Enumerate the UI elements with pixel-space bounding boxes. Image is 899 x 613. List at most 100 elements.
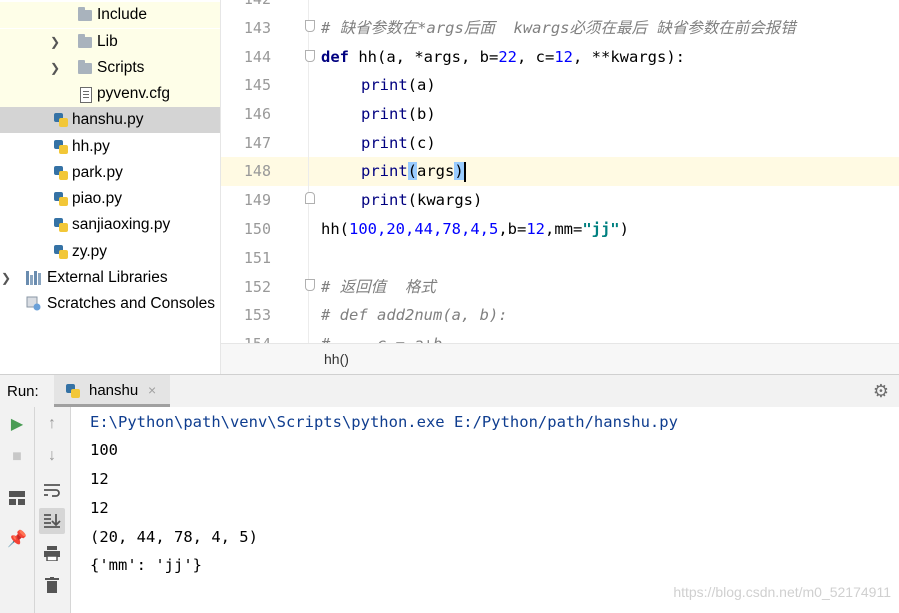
call-token: hh( [321, 220, 349, 238]
tree-item-park-py[interactable]: park.py [0, 160, 220, 186]
params-token: , **kwargs): [573, 48, 685, 66]
number-token: 12 [554, 48, 574, 66]
breadcrumb-item[interactable]: hh() [324, 351, 349, 367]
tree-item-scripts[interactable]: ❯ Scripts [0, 55, 220, 81]
tree-item-lib[interactable]: ❯ Lib [0, 29, 220, 55]
code-line-149[interactable]: print(kwargs) [361, 186, 482, 215]
builtin-token: print [361, 134, 408, 152]
keyword-token: def [321, 48, 349, 66]
python-file-icon [54, 113, 68, 127]
fold-marker-icon[interactable] [305, 20, 315, 32]
fold-marker-icon[interactable] [305, 50, 315, 62]
tree-item-label: Lib [97, 33, 118, 50]
tree-item-external-libraries[interactable]: ❯ External Libraries [0, 265, 220, 291]
pin-icon[interactable]: 📌 [4, 527, 30, 553]
console-output-line: 100 [90, 441, 118, 459]
code-line-150[interactable]: hh(100,20,44,78,4,5,b=12,mm="jj") [321, 215, 629, 244]
console-output[interactable] [71, 407, 899, 613]
line-number: 147 [243, 134, 271, 152]
code-line-143[interactable]: # 缺省参数在*args后面 kwargs必须在最后 缺省参数在前会报错 [321, 14, 796, 43]
chevron-right-icon[interactable]: ❯ [47, 35, 63, 49]
number-token: 12 [526, 220, 545, 238]
stop-icon[interactable]: ■ [4, 444, 30, 470]
scratches-icon [26, 296, 42, 311]
builtin-token: print [361, 162, 408, 180]
console-command-line[interactable]: E:\Python\path\venv\Scripts\python.exe E… [90, 408, 678, 437]
code-line-146[interactable]: print(b) [361, 100, 436, 129]
arg-token: (b) [407, 105, 436, 123]
tree-item-scratches[interactable]: Scratches and Consoles [0, 291, 220, 317]
config-file-icon [80, 87, 92, 103]
soft-wrap-icon[interactable] [39, 477, 65, 503]
paren-token: ( [407, 162, 418, 180]
fold-marker-icon[interactable] [305, 192, 315, 204]
kwarg-token: ,mm= [544, 220, 583, 238]
python-file-icon [54, 218, 68, 232]
fold-marker-icon[interactable] [305, 279, 315, 291]
line-number: 142 [221, 0, 271, 14]
tree-item-pyvenv-cfg[interactable]: pyvenv.cfg [0, 81, 220, 107]
trash-icon[interactable] [39, 572, 65, 598]
arg-token: args [417, 162, 455, 180]
breadcrumb[interactable]: hh() [221, 343, 899, 375]
tree-item-label: pyvenv.cfg [97, 85, 170, 102]
arrow-down-icon[interactable]: ↓ [39, 443, 65, 469]
chevron-right-icon[interactable]: ❯ [47, 61, 63, 75]
code-line-153[interactable]: # def add2num(a, b): [321, 301, 508, 330]
tree-item-label: Scratches and Consoles [47, 295, 216, 312]
tree-item-label: zy.py [72, 243, 108, 260]
rerun-icon[interactable]: ▶ [4, 412, 30, 438]
python-file-icon [54, 140, 68, 154]
run-toolbar: Run: hanshu × ⚙ [0, 374, 899, 408]
tree-item-include[interactable]: Include [0, 2, 220, 28]
tree-item-zy-py[interactable]: zy.py [0, 239, 220, 265]
tree-item-piao-py[interactable]: piao.py [0, 186, 220, 212]
function-name-token: hh [358, 48, 378, 66]
builtin-token: print [361, 105, 408, 123]
tree-item-label: Include [97, 6, 147, 23]
close-icon[interactable]: × [148, 382, 156, 398]
line-number: 143 [243, 19, 271, 37]
console-output-line: 12 [90, 499, 109, 517]
watermark: https://blog.csdn.net/m0_52174911 [673, 584, 891, 600]
number-token: 100,20,44,78,4,5 [349, 220, 499, 238]
python-file-icon [54, 192, 68, 206]
arg-token: (a) [407, 76, 436, 94]
tree-item-hanshu-py[interactable]: hanshu.py [0, 107, 220, 133]
number-token: 22 [498, 48, 518, 66]
code-line-144[interactable]: def hh(a, *args, b=22, c=12, **kwargs): [321, 43, 685, 72]
folder-icon [78, 60, 92, 74]
console-output-line: {'mm': 'jj'} [90, 556, 202, 574]
kwarg-token: ,b= [498, 220, 527, 238]
chevron-right-icon[interactable]: ❯ [0, 271, 14, 285]
tree-item-label: park.py [72, 164, 123, 181]
line-number: 153 [243, 306, 271, 324]
tree-item-label: Scripts [97, 59, 145, 76]
params-token: (a, *args, b= [377, 48, 499, 66]
code-line-147[interactable]: print(c) [361, 129, 436, 158]
tree-item-hh-py[interactable]: hh.py [0, 134, 220, 160]
tree-item-sanjiaoxing-py[interactable]: sanjiaoxing.py [0, 212, 220, 238]
arrow-up-icon[interactable]: ↑ [39, 411, 65, 437]
console-toolbar: ↑ ↓ [35, 407, 71, 613]
layout-icon[interactable] [4, 485, 30, 511]
line-number: 144 [243, 48, 271, 66]
code-line-148[interactable]: print(args) [361, 157, 466, 186]
line-number: 151 [243, 249, 271, 267]
print-icon[interactable] [39, 541, 65, 567]
gear-icon[interactable]: ⚙ [873, 381, 889, 402]
paren-token: ) [619, 220, 629, 238]
line-number: 149 [243, 191, 271, 209]
line-number: 146 [243, 105, 271, 123]
params-token: , c= [517, 48, 555, 66]
code-line-152[interactable]: # 返回值 格式 [321, 273, 436, 302]
scroll-to-end-icon[interactable] [39, 508, 65, 534]
folder-icon [78, 7, 92, 21]
console-output-line: (20, 44, 78, 4, 5) [90, 528, 258, 546]
run-tab-hanshu[interactable]: hanshu × [54, 375, 170, 407]
line-number: 152 [243, 278, 271, 296]
arg-token: (kwargs) [407, 191, 483, 209]
code-line-145[interactable]: print(a) [361, 71, 436, 100]
line-number: 145 [243, 76, 271, 94]
line-number: 150 [243, 220, 271, 238]
